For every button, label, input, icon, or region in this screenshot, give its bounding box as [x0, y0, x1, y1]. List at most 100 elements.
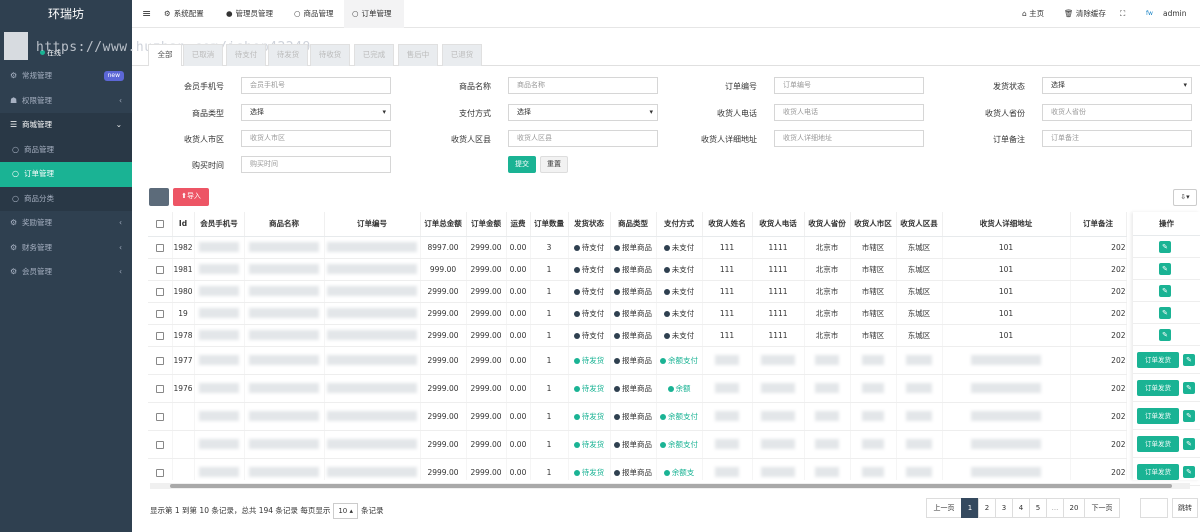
row-checkbox[interactable] [155, 384, 164, 393]
hamburger-icon[interactable]: ≡ [142, 0, 151, 28]
page-button[interactable]: 1 [961, 498, 979, 518]
col-header[interactable]: 订单金额 [466, 212, 507, 237]
col-header[interactable]: 订单编号 [324, 212, 421, 237]
col-header[interactable]: 商品类型 [610, 212, 657, 237]
col-header[interactable]: 运费 [506, 212, 531, 237]
table-row[interactable]: 2999.00 2999.00 0.00 1 待发货 报单商品 余额支付 202 [148, 430, 1127, 459]
tab-completed[interactable]: 已完成 [354, 44, 394, 66]
sidebar-item-finance[interactable]: ⚙ 财务管理 ‹ [0, 236, 132, 261]
tab-system-config[interactable]: ⚙ 系统配置 [164, 0, 214, 28]
col-header[interactable]: 收货人市区 [850, 212, 897, 237]
sidebar-item-member[interactable]: ⚙ 会员管理 ‹ [0, 260, 132, 285]
edit-icon[interactable]: ✎ [1183, 382, 1195, 394]
refresh-button[interactable] [149, 188, 169, 206]
select-all-header[interactable] [148, 212, 173, 237]
goods-type-select[interactable]: 选择 [241, 104, 391, 121]
col-header[interactable]: 收货人区县 [896, 212, 943, 237]
tab-returned[interactable]: 已退货 [442, 44, 482, 66]
buy-time-input[interactable]: 购买时间 [241, 156, 391, 173]
ship-status-select[interactable]: 选择 [1042, 77, 1192, 94]
edit-icon[interactable]: ✎ [1183, 466, 1195, 478]
sidebar-item-reward[interactable]: ⚙ 奖励管理 ‹ [0, 211, 132, 236]
page-size-select[interactable]: 10 ▴ [333, 503, 358, 519]
page-button[interactable]: 5 [1029, 498, 1047, 518]
col-header[interactable]: Id [172, 212, 195, 237]
col-header[interactable]: 商品名称 [244, 212, 325, 237]
table-row[interactable]: 2999.00 2999.00 0.00 1 待发货 报单商品 余额支 202 [148, 458, 1127, 480]
tab-pending-pay[interactable]: 待支付 [226, 44, 266, 66]
receiver-city-input[interactable]: 收货人市区 [241, 130, 391, 147]
ship-order-button[interactable]: 订单发货 [1137, 408, 1179, 424]
receiver-address-input[interactable]: 收货人详细地址 [774, 130, 924, 147]
home-link[interactable]: ⌂ 主页 [1022, 0, 1044, 28]
fullscreen-icon[interactable]: ⛶ [1120, 0, 1125, 28]
page-button[interactable]: 3 [995, 498, 1013, 518]
jump-page-input[interactable] [1140, 498, 1168, 518]
edit-icon[interactable]: ✎ [1183, 438, 1195, 450]
table-row[interactable]: 19 2999.00 2999.00 0.00 1 待支付 报单商品 未支付 111 1111 北京… [148, 302, 1127, 325]
tab-cancelled[interactable]: 已取消 [183, 44, 223, 66]
row-checkbox[interactable] [155, 468, 164, 477]
order-remark-input[interactable]: 订单备注 [1042, 130, 1192, 147]
reset-button[interactable]: 重置 [540, 156, 568, 173]
edit-icon[interactable]: ✎ [1159, 241, 1171, 253]
row-checkbox[interactable] [155, 356, 164, 365]
col-header[interactable]: 收货人姓名 [702, 212, 753, 237]
tab-all[interactable]: 全部 [148, 44, 182, 66]
tab-goods[interactable]: ○ 商品管理 [294, 0, 339, 28]
col-header[interactable]: 支付方式 [656, 212, 703, 237]
col-header[interactable]: 订单总金额 [420, 212, 467, 237]
receiver-phone-input[interactable]: 收货人电话 [774, 104, 924, 121]
page-button[interactable]: 20 [1063, 498, 1085, 518]
scrollbar-thumb[interactable] [170, 484, 1172, 488]
order-no-input[interactable]: 订单编号 [774, 77, 924, 94]
user-avatar-icon[interactable]: fw [1146, 0, 1153, 28]
table-row[interactable]: 1977 2999.00 2999.00 0.00 1 待发货 报单商品 余额支付 202 [148, 346, 1127, 375]
submit-button[interactable]: 提交 [508, 156, 536, 173]
sidebar-item-permission[interactable]: ☗ 权限管理 ‹ [0, 89, 132, 114]
table-row[interactable]: 1981 999.00 2999.00 0.00 1 待支付 报单商品 未支付 111 1111 北… [148, 258, 1127, 281]
edit-icon[interactable]: ✎ [1159, 263, 1171, 275]
row-checkbox[interactable] [155, 331, 164, 340]
avatar[interactable] [4, 32, 28, 60]
sidebar-item-general[interactable]: ⚙ 常规管理 new [0, 64, 132, 89]
tab-pending-ship[interactable]: 待发货 [268, 44, 308, 66]
select-all-checkbox[interactable] [155, 220, 164, 229]
ship-order-button[interactable]: 订单发货 [1137, 436, 1179, 452]
table-row[interactable]: 1976 2999.00 2999.00 0.00 1 待发货 报单商品 余额 202 [148, 374, 1127, 403]
ship-order-button[interactable]: 订单发货 [1137, 464, 1179, 480]
row-checkbox[interactable] [155, 309, 164, 318]
next-page-button[interactable]: 下一页 [1084, 498, 1120, 518]
tab-orders[interactable]: ○ 订单管理 [344, 0, 404, 28]
clear-cache-link[interactable]: 🗑 清除缓存 [1064, 0, 1106, 28]
row-checkbox[interactable] [155, 287, 164, 296]
goods-name-input[interactable]: 商品名称 [508, 77, 658, 94]
col-header[interactable]: 订单备注 [1070, 212, 1127, 237]
edit-icon[interactable]: ✎ [1183, 354, 1195, 366]
edit-icon[interactable]: ✎ [1183, 410, 1195, 422]
row-checkbox[interactable] [155, 243, 164, 252]
sidebar-item-category[interactable]: ○ 商品分类 [0, 186, 132, 211]
receiver-district-input[interactable]: 收货人区县 [508, 130, 658, 147]
tab-after-sale[interactable]: 售后中 [398, 44, 438, 66]
pay-method-select[interactable]: 选择 [508, 104, 658, 121]
sidebar-item-orders[interactable]: ○ 订单管理 [0, 162, 132, 187]
sidebar-item-goods[interactable]: ○ 商品管理 [0, 137, 132, 162]
sidebar-item-mall[interactable]: ☰ 商城管理 ⌄ [0, 113, 132, 138]
edit-icon[interactable]: ✎ [1159, 307, 1171, 319]
table-row[interactable]: 1982 8997.00 2999.00 0.00 3 待支付 报单商品 未支付 111 1111… [148, 236, 1127, 259]
tab-admin[interactable]: ● 管理员管理 [226, 0, 282, 28]
import-button[interactable]: ⬆导入 [173, 188, 209, 206]
table-row[interactable]: 1978 2999.00 2999.00 0.00 1 待支付 报单商品 未支付 111 1111… [148, 324, 1127, 347]
ship-order-button[interactable]: 订单发货 [1137, 380, 1179, 396]
table-row[interactable]: 2999.00 2999.00 0.00 1 待发货 报单商品 余额支付 202 [148, 402, 1127, 431]
edit-icon[interactable]: ✎ [1159, 285, 1171, 297]
table-row[interactable]: 1980 2999.00 2999.00 0.00 1 待支付 报单商品 未支付 111 1111… [148, 280, 1127, 303]
edit-icon[interactable]: ✎ [1159, 329, 1171, 341]
row-checkbox[interactable] [155, 412, 164, 421]
col-header[interactable]: 收货人详细地址 [942, 212, 1071, 237]
member-phone-input[interactable]: 会员手机号 [241, 77, 391, 94]
col-header[interactable]: 会员手机号 [194, 212, 245, 237]
user-name[interactable]: admin [1163, 0, 1187, 28]
export-button[interactable]: ⇩▾ [1173, 189, 1197, 206]
